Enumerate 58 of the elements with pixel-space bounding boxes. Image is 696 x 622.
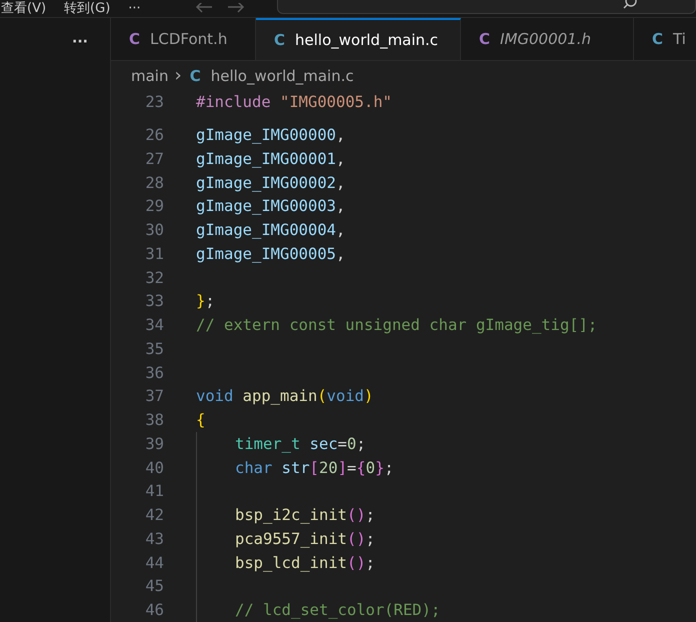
code-line: // lcd_set_color(RED); (235, 601, 440, 620)
line-number: 29 (144, 197, 164, 216)
code-line: gImage_IMG00001, (196, 150, 346, 168)
line-number: 28 (144, 174, 164, 192)
line-number: 46 (144, 601, 164, 620)
c-file-icon: C (129, 30, 140, 48)
search-icon (623, 0, 637, 11)
menu-item[interactable]: 转到(G) (64, 1, 110, 17)
line-number: 31 (144, 244, 164, 263)
code-line: timer_t sec=0; (235, 434, 366, 453)
code-line: gImage_IMG00004, (196, 221, 346, 240)
editor-tab[interactable]: C hello_world_main.c (256, 18, 461, 60)
code-line: gImage_IMG00005, (196, 244, 346, 263)
code-line: bsp_i2c_init(); (235, 506, 375, 524)
line-number: 39 (144, 434, 164, 453)
editor-tab[interactable]: C IMG00001.h (461, 18, 634, 60)
line-number: 36 (144, 364, 164, 382)
line-number: 42 (144, 506, 164, 524)
code-line: gImage_IMG00000, (196, 126, 346, 144)
line-number: 33 (144, 292, 164, 310)
line-number: 38 (144, 411, 164, 430)
breadcrumb-item[interactable]: main (131, 66, 168, 84)
code-line: char str[20]={0}; (235, 458, 394, 477)
more-actions-button[interactable]: ··· (72, 34, 88, 50)
code-line: // extern const unsigned char gImage_tig[]; (196, 316, 598, 334)
line-number: 32 (144, 268, 164, 287)
code-line: { (196, 411, 206, 430)
breadcrumb-separator: › (174, 65, 182, 86)
line-number: 30 (144, 221, 164, 240)
code-line: }; (196, 292, 215, 310)
line-number: 27 (144, 150, 164, 168)
line-number: 34 (144, 316, 164, 334)
line-number: 40 (144, 458, 164, 477)
editor-tab[interactable]: C Ti (634, 18, 696, 60)
c-file-icon: C (652, 30, 664, 48)
menu-item[interactable]: 查看(V) (1, 1, 46, 17)
forward-arrow-icon[interactable] (226, 3, 245, 15)
code-line: bsp_lcd_init(); (235, 554, 375, 572)
line-number: 45 (144, 577, 164, 596)
code-line: #include "IMG00005.h" (196, 93, 392, 112)
search-field[interactable] (276, 0, 696, 14)
line-number: 43 (144, 530, 164, 548)
code-line: gImage_IMG00002, (196, 174, 346, 192)
c-file-icon: C (190, 66, 201, 84)
breadcrumb-item[interactable]: hello_world_main.c (210, 66, 354, 84)
code-line: void app_main(void) (196, 387, 374, 406)
c-file-icon: C (274, 31, 286, 49)
c-file-icon: C (479, 30, 490, 48)
code-line: gImage_IMG00003, (196, 197, 346, 216)
menu-item[interactable]: ··· (128, 1, 141, 17)
line-number: 44 (144, 554, 164, 572)
back-arrow-icon[interactable] (194, 3, 213, 15)
line-number: 26 (144, 126, 164, 144)
line-number: 35 (144, 340, 164, 358)
line-number: 41 (144, 482, 164, 500)
code-line: pca9557_init(); (235, 530, 375, 548)
line-number: 37 (144, 387, 164, 406)
line-number: 23 (144, 93, 164, 112)
